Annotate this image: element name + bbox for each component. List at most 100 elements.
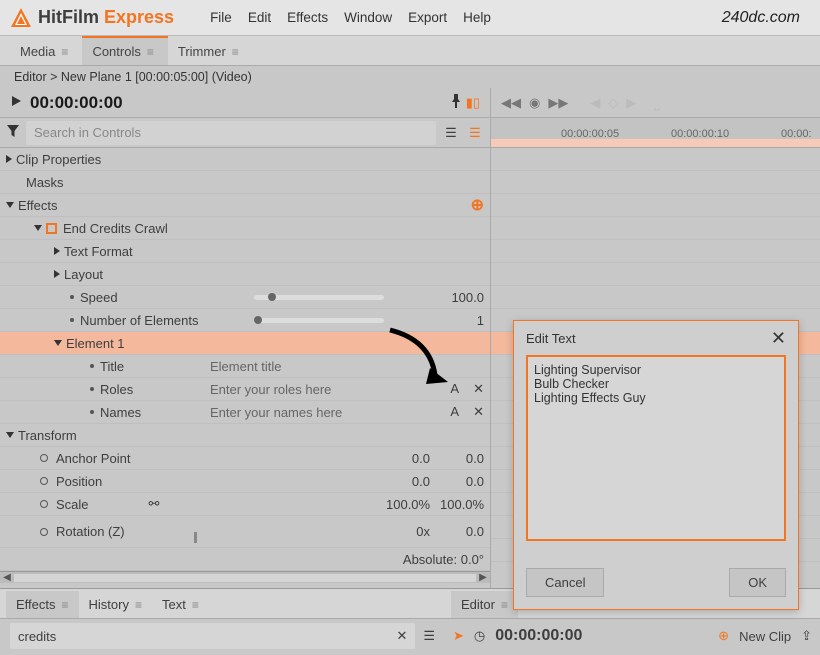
- hamburger-icon: ≡: [147, 45, 154, 59]
- link-icon[interactable]: ⚯: [149, 496, 160, 512]
- close-icon[interactable]: ✕: [771, 328, 786, 349]
- chevron-down-icon: [6, 432, 14, 438]
- clear-search-icon[interactable]: ✕: [396, 628, 407, 644]
- bullet-icon: [90, 410, 94, 414]
- numel-value[interactable]: 1: [424, 313, 484, 328]
- menu-bar: File Edit Effects Window Export Help: [210, 10, 491, 25]
- row-transform[interactable]: Transform: [0, 424, 490, 447]
- speed-value[interactable]: 100.0: [424, 290, 484, 305]
- menu-edit[interactable]: Edit: [248, 10, 271, 25]
- rot-turns[interactable]: 0x: [386, 524, 430, 539]
- speed-slider[interactable]: [254, 295, 384, 300]
- list-view-icon[interactable]: ☰: [442, 124, 460, 142]
- pointer-tool-icon[interactable]: ➤: [453, 628, 464, 644]
- title-field[interactable]: Element title: [210, 359, 282, 374]
- row-absolute: Absolute: 0.0°: [0, 548, 490, 571]
- search-input[interactable]: Search in Controls: [26, 121, 436, 145]
- row-layout[interactable]: Layout: [0, 263, 490, 286]
- timeline-ruler[interactable]: 00:00:00:05 00:00:00:10 00:00:: [491, 118, 820, 148]
- bracket-icon[interactable]: ⎵: [654, 95, 659, 111]
- row-names: NamesEnter your names hereA✕: [0, 401, 490, 424]
- edit-text-dialog: Edit Text ✕ Cancel OK: [513, 320, 799, 610]
- effect-badge-icon: [46, 223, 57, 234]
- rot-deg[interactable]: 0.0: [440, 524, 484, 539]
- add-effect-icon[interactable]: ⊕: [471, 195, 484, 215]
- chevron-down-icon: [54, 340, 62, 346]
- anchor-y[interactable]: 0.0: [440, 451, 484, 466]
- clear-button[interactable]: ✕: [473, 404, 484, 420]
- numel-slider[interactable]: [254, 318, 384, 323]
- scroll-right-icon[interactable]: ▶: [476, 572, 490, 583]
- row-num-elements: Number of Elements1: [0, 309, 490, 332]
- menu-export[interactable]: Export: [408, 10, 447, 25]
- export-icon[interactable]: ⇪: [801, 628, 812, 644]
- pin-icon[interactable]: [450, 94, 462, 111]
- edit-text-button[interactable]: A: [450, 381, 459, 397]
- tab-text[interactable]: Text≡: [152, 591, 209, 618]
- row-rotation: Rotation (Z)0x0.0: [0, 516, 490, 548]
- anchor-x[interactable]: 0.0: [386, 451, 430, 466]
- record-icon[interactable]: ◉: [529, 95, 540, 111]
- clear-button[interactable]: ✕: [473, 381, 484, 397]
- row-element-1[interactable]: Element 1: [0, 332, 490, 355]
- menu-effects[interactable]: Effects: [287, 10, 328, 25]
- list-icon[interactable]: ☰: [423, 628, 435, 644]
- cancel-button[interactable]: Cancel: [526, 568, 604, 597]
- tab-media[interactable]: Media≡: [10, 38, 82, 65]
- app-logo: HitFilm Express: [10, 7, 174, 29]
- chevron-right-icon: [54, 270, 60, 278]
- row-scale: Scale⚯100.0%100.0%: [0, 493, 490, 516]
- chevron-down-icon: [6, 202, 14, 208]
- play-icon[interactable]: [10, 95, 22, 110]
- tab-history[interactable]: History≡: [79, 591, 152, 618]
- keyframe-icon[interactable]: [40, 528, 48, 536]
- tab-trimmer[interactable]: Trimmer≡: [168, 38, 253, 65]
- keyframe-icon[interactable]: [40, 477, 48, 485]
- menu-help[interactable]: Help: [463, 10, 491, 25]
- controls-panel: 00:00:00:00 ▮▯ Search in Controls ☰ ☰ Cl…: [0, 88, 490, 588]
- tab-editor[interactable]: Editor≡: [451, 591, 518, 618]
- names-field[interactable]: Enter your names here: [210, 405, 342, 420]
- list-view-active-icon[interactable]: ☰: [466, 124, 484, 142]
- row-masks[interactable]: Masks: [0, 171, 490, 194]
- filter-icon[interactable]: [6, 124, 20, 141]
- scale-x[interactable]: 100.0%: [386, 497, 430, 512]
- keyframe-icon[interactable]: [40, 500, 48, 508]
- next-key-icon[interactable]: ▶: [626, 95, 636, 111]
- menu-file[interactable]: File: [210, 10, 232, 25]
- row-clip-properties[interactable]: Clip Properties: [0, 148, 490, 171]
- chevron-right-icon: [6, 155, 12, 163]
- skip-start-icon[interactable]: ◀◀: [501, 95, 521, 111]
- bullet-icon: [90, 387, 94, 391]
- tab-controls[interactable]: Controls≡: [82, 36, 167, 65]
- pos-y[interactable]: 0.0: [440, 474, 484, 489]
- scrollbar-horizontal[interactable]: ◀▶: [0, 571, 490, 583]
- tab-effects-browser[interactable]: Effects≡: [6, 591, 79, 618]
- ok-button[interactable]: OK: [729, 568, 786, 597]
- roles-field[interactable]: Enter your roles here: [210, 382, 331, 397]
- key-icon[interactable]: ◇: [608, 95, 618, 111]
- row-anchor: Anchor Point0.00.0: [0, 447, 490, 470]
- keyframe-icon[interactable]: [40, 454, 48, 462]
- edit-text-button[interactable]: A: [450, 404, 459, 420]
- row-text-format[interactable]: Text Format: [0, 240, 490, 263]
- timecode[interactable]: 00:00:00:00: [30, 93, 123, 113]
- add-icon[interactable]: ⊕: [718, 628, 729, 644]
- row-effects[interactable]: Effects⊕: [0, 194, 490, 217]
- menu-window[interactable]: Window: [344, 10, 392, 25]
- chevron-right-icon: [54, 247, 60, 255]
- dialog-textarea[interactable]: [526, 355, 786, 541]
- bullet-icon: [70, 295, 74, 299]
- row-end-credits[interactable]: End Credits Crawl: [0, 217, 490, 240]
- editor-timecode[interactable]: 00:00:00:00: [495, 627, 582, 645]
- pos-x[interactable]: 0.0: [386, 474, 430, 489]
- prev-key-icon[interactable]: ◀: [590, 95, 600, 111]
- effects-search-input[interactable]: credits✕: [10, 623, 415, 649]
- new-clip-button[interactable]: New Clip: [739, 629, 791, 644]
- clock-icon[interactable]: ◷: [474, 628, 485, 644]
- row-speed: Speed100.0: [0, 286, 490, 309]
- scale-y[interactable]: 100.0%: [440, 497, 484, 512]
- skip-end-icon[interactable]: ▶▶: [548, 95, 568, 111]
- scroll-left-icon[interactable]: ◀: [0, 572, 14, 583]
- columns-icon[interactable]: ▮▯: [466, 95, 480, 111]
